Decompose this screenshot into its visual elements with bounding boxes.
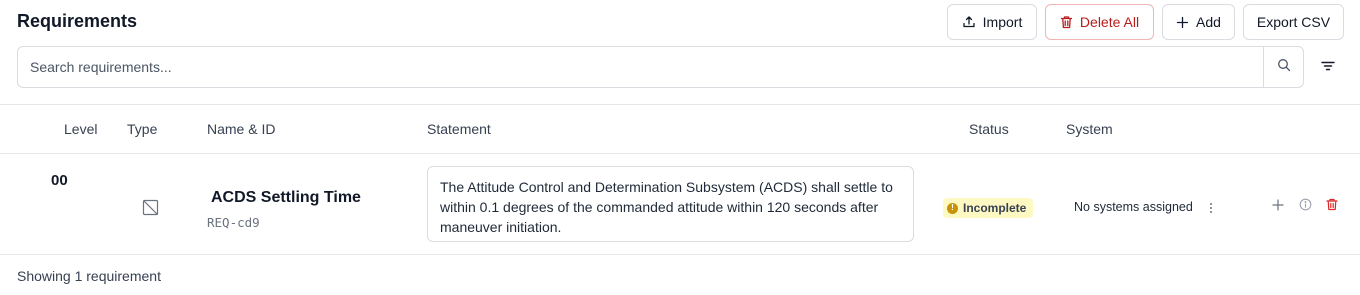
- kebab-dot: [1210, 207, 1212, 209]
- import-label: Import: [982, 14, 1023, 30]
- filter-button[interactable]: [1316, 56, 1340, 78]
- filter-icon: [1321, 58, 1335, 76]
- divider: [0, 153, 1360, 154]
- delete-all-button[interactable]: Delete All: [1045, 4, 1154, 40]
- search-icon: [1277, 58, 1291, 77]
- system-assignment: No systems assigned: [1074, 200, 1193, 214]
- export-csv-label: Export CSV: [1256, 14, 1331, 30]
- plus-icon: [1272, 198, 1284, 216]
- plus-icon: [1176, 16, 1189, 29]
- import-button[interactable]: Import: [947, 4, 1037, 40]
- kebab-dot: [1210, 211, 1212, 213]
- kebab-dot: [1210, 203, 1212, 205]
- warning-icon: !: [947, 202, 958, 214]
- system-menu-button[interactable]: [1205, 200, 1217, 216]
- column-header-level[interactable]: Level: [64, 121, 97, 137]
- upload-icon: [962, 15, 976, 29]
- requirement-level: 00: [51, 172, 68, 189]
- add-child-button[interactable]: [1271, 198, 1285, 216]
- requirement-id: REQ-cd9: [207, 215, 260, 230]
- page-title: Requirements: [17, 11, 138, 31]
- column-header-type[interactable]: Type: [127, 121, 157, 137]
- export-csv-button[interactable]: Export CSV: [1243, 4, 1344, 40]
- add-button[interactable]: Add: [1162, 4, 1235, 40]
- delete-all-label: Delete All: [1079, 14, 1140, 30]
- box-slash-icon: [142, 199, 159, 221]
- info-icon: [1299, 198, 1312, 216]
- column-header-system[interactable]: System: [1066, 121, 1113, 137]
- add-label: Add: [1196, 14, 1221, 30]
- trash-icon: [1326, 198, 1338, 216]
- search-button[interactable]: [1263, 47, 1303, 87]
- search-input[interactable]: Search requirements...: [30, 47, 172, 87]
- status-badge[interactable]: ! Incomplete: [943, 198, 1034, 218]
- requirement-name[interactable]: ACDS Settling Time: [211, 189, 361, 207]
- search-box: Search requirements...: [17, 46, 1304, 88]
- results-count: Showing 1 requirement: [17, 268, 161, 284]
- status-label: Incomplete: [963, 201, 1027, 215]
- delete-row-button[interactable]: [1325, 198, 1339, 216]
- divider: [0, 104, 1360, 105]
- column-header-statement[interactable]: Statement: [427, 121, 491, 137]
- column-header-status[interactable]: Status: [969, 121, 1009, 137]
- requirement-statement[interactable]: The Attitude Control and Determination S…: [427, 166, 914, 242]
- trash-icon: [1060, 15, 1073, 29]
- divider: [0, 254, 1360, 255]
- info-button[interactable]: [1298, 198, 1312, 216]
- column-header-name-id[interactable]: Name & ID: [207, 121, 275, 137]
